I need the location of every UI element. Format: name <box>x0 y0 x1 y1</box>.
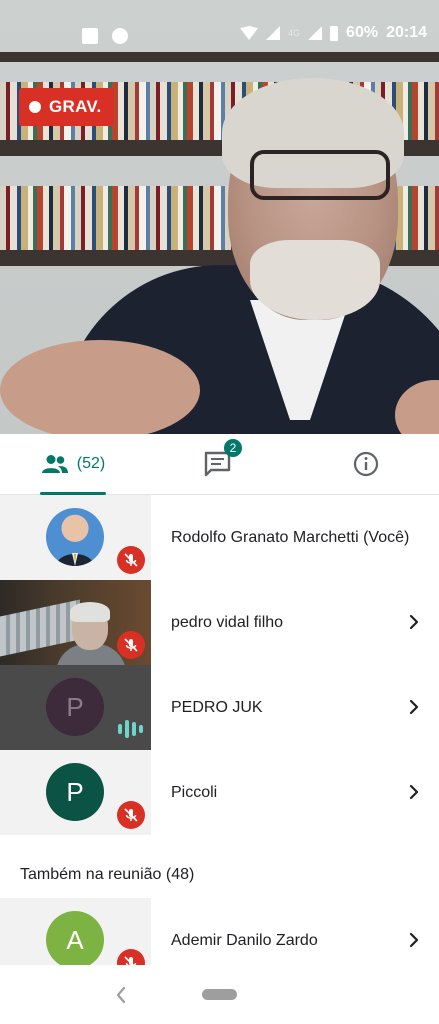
chevron-right-icon[interactable] <box>404 930 424 950</box>
participant-row[interactable]: P PEDRO JUK <box>0 665 439 750</box>
person-photo-icon <box>56 553 94 566</box>
participant-video-tile <box>0 580 151 665</box>
avatar: A <box>46 911 104 965</box>
participant-hair <box>70 602 110 622</box>
mic-off-icon <box>117 546 145 574</box>
participant-row[interactable]: A Ademir Danilo Zardo <box>0 898 439 965</box>
speaker-beard <box>250 240 380 320</box>
speaker-glasses <box>250 150 390 200</box>
participant-name: Piccoli <box>171 783 218 801</box>
clock: 20:14 <box>386 24 427 41</box>
chevron-right-icon[interactable] <box>404 782 424 802</box>
info-icon <box>353 451 378 477</box>
section-header: Também na reunião (48) <box>20 866 195 883</box>
avatar: P <box>46 678 104 736</box>
people-count: (52) <box>76 455 106 472</box>
tab-people[interactable]: (52) <box>0 434 146 495</box>
speaker-hand <box>0 340 200 434</box>
back-icon[interactable] <box>114 985 128 1005</box>
participant-tile: P <box>0 665 151 750</box>
battery-level: 60% <box>346 24 379 41</box>
network-type: 4G <box>288 28 301 38</box>
mic-off-icon <box>117 949 145 965</box>
chat-bubble-icon <box>112 28 128 44</box>
participant-name: PEDRO JUK <box>171 698 263 716</box>
participant-row[interactable]: pedro vidal filho <box>0 580 439 665</box>
signal-icon <box>308 26 323 40</box>
people-icon <box>41 455 68 473</box>
avatar <box>46 508 104 566</box>
main-video-feed[interactable]: 4G 60% 20:14 GRAV. <box>0 0 439 434</box>
participant-row[interactable]: Rodolfo Granato Marchetti (Você) <box>0 495 439 580</box>
tab-info[interactable] <box>292 434 439 494</box>
signal-icon <box>266 26 281 40</box>
recording-badge: GRAV. <box>19 88 114 126</box>
unread-badge: 2 <box>224 439 242 457</box>
status-bar: 4G 60% 20:14 <box>0 22 439 56</box>
participant-name: pedro vidal filho <box>171 613 284 631</box>
participant-name: Ademir Danilo Zardo <box>171 931 318 949</box>
chevron-right-icon[interactable] <box>404 697 424 717</box>
battery-icon <box>330 25 339 41</box>
participant-tile: P <box>0 750 151 835</box>
record-dot-icon <box>29 101 41 113</box>
system-nav-bar <box>0 965 439 1024</box>
avatar-letter: A <box>66 924 84 955</box>
mic-off-icon <box>117 631 145 659</box>
recording-label: GRAV. <box>49 97 102 116</box>
mic-off-icon <box>117 801 145 829</box>
speaking-indicator-icon <box>118 719 144 739</box>
avatar: P <box>46 763 104 821</box>
participant-tile <box>0 495 151 580</box>
participant-row[interactable]: P Piccoli <box>0 750 439 835</box>
tab-chat[interactable]: 2 <box>146 434 292 494</box>
participant-tile: A <box>0 898 151 965</box>
panel-tabs: (52) 2 <box>0 434 439 495</box>
avatar-letter: P <box>66 776 84 807</box>
chevron-right-icon[interactable] <box>404 612 424 632</box>
image-icon <box>82 28 98 44</box>
home-pill-button[interactable] <box>202 989 237 1000</box>
wifi-icon <box>240 26 259 40</box>
participant-name: Rodolfo Granato Marchetti (Você) <box>171 528 410 546</box>
avatar-letter: P <box>66 691 84 722</box>
